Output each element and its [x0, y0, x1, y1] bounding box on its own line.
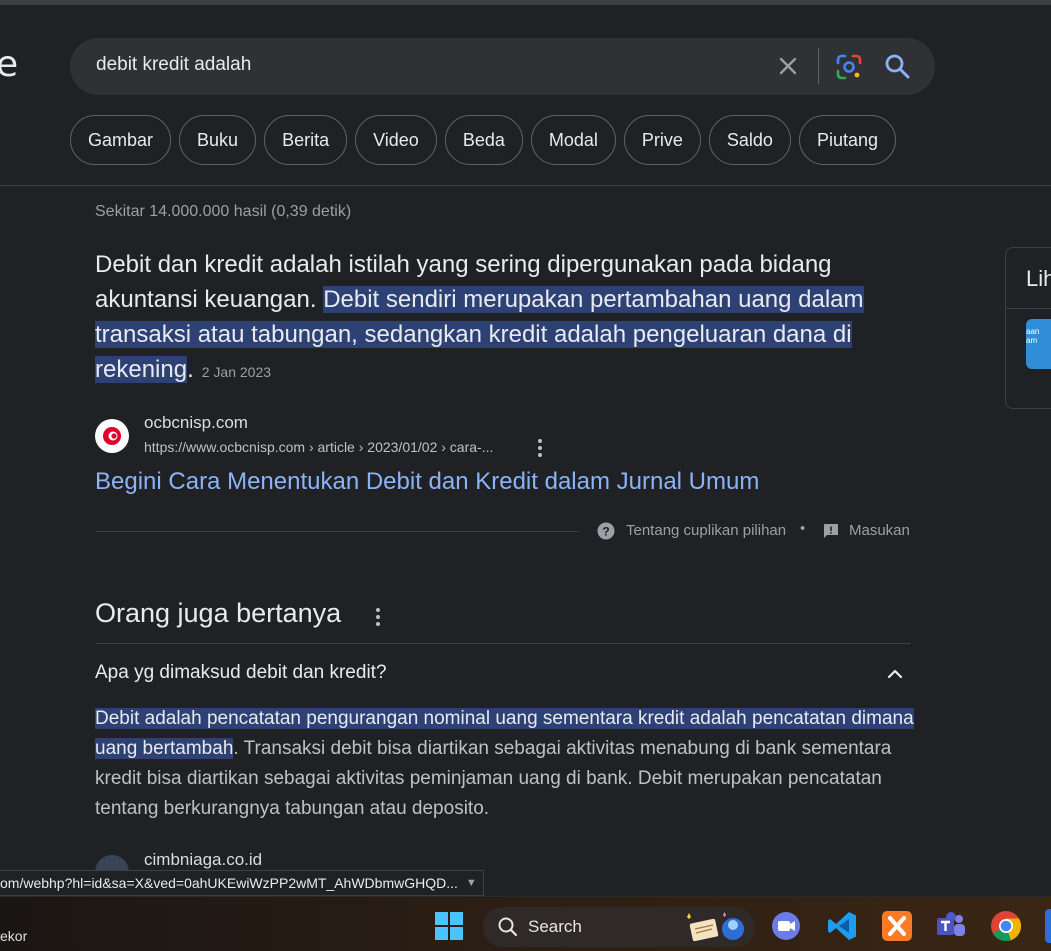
- side-panel-divider: [1006, 308, 1051, 309]
- caret-down-icon: ▼: [465, 877, 477, 889]
- side-panel-card[interactable]: Lih aan am: [1005, 247, 1051, 409]
- search-highlight-art-icon: [687, 912, 744, 942]
- clear-icon[interactable]: [773, 51, 803, 81]
- chrome-icon[interactable]: [989, 909, 1023, 943]
- people-also-ask-title: Orang juga bertanya: [95, 598, 342, 628]
- filter-chips: Gambar Buku Berita Video Beda Modal Priv…: [70, 115, 897, 165]
- taskbar-search-icon: [498, 917, 518, 937]
- taskbar-app-partial-icon[interactable]: [1045, 909, 1051, 943]
- status-bar-url: om/webhp?hl=id&sa=X&ved=0ahUKEwiWzPP2wMT…: [0, 870, 484, 896]
- snippet-date: 2 Jan 2023: [201, 364, 272, 380]
- feedback-link[interactable]: Masukan: [849, 522, 910, 539]
- source-url[interactable]: https://www.ocbcnisp.com › article › 202…: [144, 439, 493, 455]
- next-source-site[interactable]: cimbniaga.co.id: [144, 850, 262, 870]
- taskbar-search-box[interactable]: Search: [483, 907, 755, 947]
- chevron-up-icon[interactable]: [884, 663, 906, 685]
- source-site-name[interactable]: ocbcnisp.com: [144, 413, 248, 433]
- header-divider: [0, 185, 1051, 186]
- search-icon[interactable]: [882, 51, 912, 81]
- chip-berita[interactable]: Berita: [264, 115, 348, 165]
- snippet-divider: [95, 531, 579, 532]
- help-icon[interactable]: ?: [597, 522, 615, 540]
- chip-video[interactable]: Video: [355, 115, 437, 165]
- teams-icon[interactable]: [934, 909, 968, 943]
- chip-saldo[interactable]: Saldo: [708, 115, 791, 165]
- vscode-icon[interactable]: [825, 909, 859, 943]
- start-icon[interactable]: [434, 911, 464, 941]
- chip-buku[interactable]: Buku: [179, 115, 257, 165]
- featured-snippet-text: Debit dan kredit adalah istilah yang ser…: [95, 247, 915, 390]
- result-stats: Sekitar 14.000.000 hasil (0,39 detik): [95, 203, 352, 220]
- status-url-text: om/webhp?hl=id&sa=X&ved=0ahUKEwiWzPP2wMT…: [0, 875, 458, 891]
- feedback-icon[interactable]: [822, 522, 840, 540]
- snippet-end: .: [187, 356, 194, 383]
- taskbar-search-label: Search: [528, 917, 582, 936]
- chip-gambar[interactable]: Gambar: [70, 115, 172, 165]
- ocbc-logo-icon: [103, 427, 121, 445]
- taskbar-weather-text[interactable]: ekor: [0, 928, 27, 944]
- search-divider: [818, 48, 819, 84]
- windows-taskbar: ekor Search: [0, 896, 1051, 951]
- result-title-link[interactable]: Begini Cara Menentukan Debit dan Kredit …: [95, 468, 759, 496]
- side-panel-thumbnail[interactable]: aan am: [1026, 319, 1051, 369]
- google-logo-fragment[interactable]: e: [0, 44, 18, 85]
- about-featured-snippets-link[interactable]: Tentang cuplikan pilihan: [626, 522, 786, 539]
- chip-modal[interactable]: Modal: [530, 115, 616, 165]
- ocbc-favicon[interactable]: [95, 419, 129, 453]
- window-top-border: [0, 0, 1051, 5]
- paa-divider: [95, 643, 910, 644]
- paa-more-icon[interactable]: [368, 606, 388, 628]
- google-lens-icon[interactable]: [834, 52, 864, 82]
- chip-prive[interactable]: Prive: [623, 115, 701, 165]
- chip-piutang[interactable]: Piutang: [798, 115, 897, 165]
- paa-question[interactable]: Apa yg dimaksud debit dan kredit?: [95, 662, 387, 684]
- xampp-icon[interactable]: [880, 909, 914, 943]
- side-panel-label: Lih: [1026, 266, 1051, 291]
- side-thumb-text: aan am: [1026, 327, 1040, 345]
- search-bar[interactable]: debit kredit adalah: [70, 38, 935, 95]
- more-options-icon[interactable]: [530, 437, 550, 459]
- chip-beda[interactable]: Beda: [444, 115, 523, 165]
- svg-text:?: ?: [602, 525, 609, 539]
- paa-answer: Debit adalah pencatatan pengurangan nomi…: [95, 704, 915, 824]
- zoom-icon[interactable]: [769, 909, 803, 943]
- separator-dot: •: [800, 520, 806, 537]
- search-input[interactable]: debit kredit adalah: [96, 54, 251, 76]
